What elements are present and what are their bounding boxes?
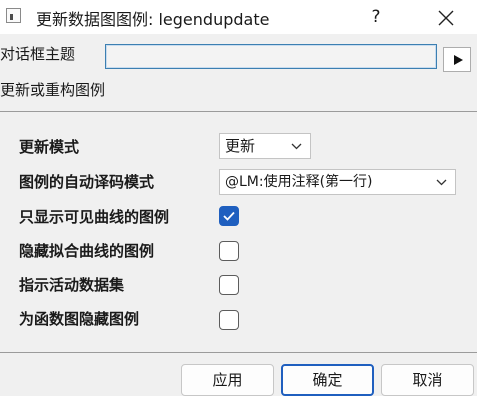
update-mode-label: 更新模式 — [19, 138, 80, 156]
chevron-down-icon — [436, 179, 447, 186]
update-mode-select[interactable]: 更新 — [219, 133, 311, 159]
theme-label: 对话框主题 — [0, 45, 76, 63]
help-button[interactable]: ? — [362, 3, 390, 31]
auto-translate-select[interactable]: @LM:使用注释(第一行) — [219, 169, 456, 195]
checkmark-icon — [223, 211, 235, 221]
close-button[interactable] — [428, 3, 464, 31]
section-label: 更新或重构图例 — [0, 81, 106, 99]
theme-input[interactable] — [105, 44, 437, 69]
visible-only-checkbox[interactable] — [219, 206, 239, 226]
apply-button[interactable]: 应用 — [181, 364, 274, 396]
triangle-right-icon — [454, 55, 463, 65]
window-title: 更新数据图图例: legendupdate — [36, 10, 270, 29]
hide-fit-checkbox[interactable] — [219, 241, 239, 261]
visible-only-label: 只显示可见曲线的图例 — [19, 208, 170, 226]
update-mode-value: 更新 — [225, 137, 256, 155]
dialog-app-icon — [6, 8, 21, 23]
active-dataset-checkbox[interactable] — [219, 275, 239, 295]
cancel-button[interactable]: 取消 — [381, 364, 474, 396]
hide-function-label: 为函数图隐藏图例 — [19, 310, 140, 328]
hide-function-checkbox[interactable] — [219, 310, 239, 330]
theme-menu-button[interactable] — [443, 47, 471, 72]
ok-button[interactable]: 确定 — [281, 364, 374, 396]
title-bar: 更新数据图图例: legendupdate ? — [0, 0, 477, 34]
auto-translate-value: @LM:使用注释(第一行) — [225, 174, 373, 190]
active-dataset-label: 指示活动数据集 — [19, 276, 125, 294]
auto-translate-label: 图例的自动译码模式 — [19, 173, 155, 191]
close-icon — [438, 10, 454, 26]
hide-fit-label: 隐藏拟合曲线的图例 — [19, 242, 155, 260]
chevron-down-icon — [291, 143, 302, 150]
